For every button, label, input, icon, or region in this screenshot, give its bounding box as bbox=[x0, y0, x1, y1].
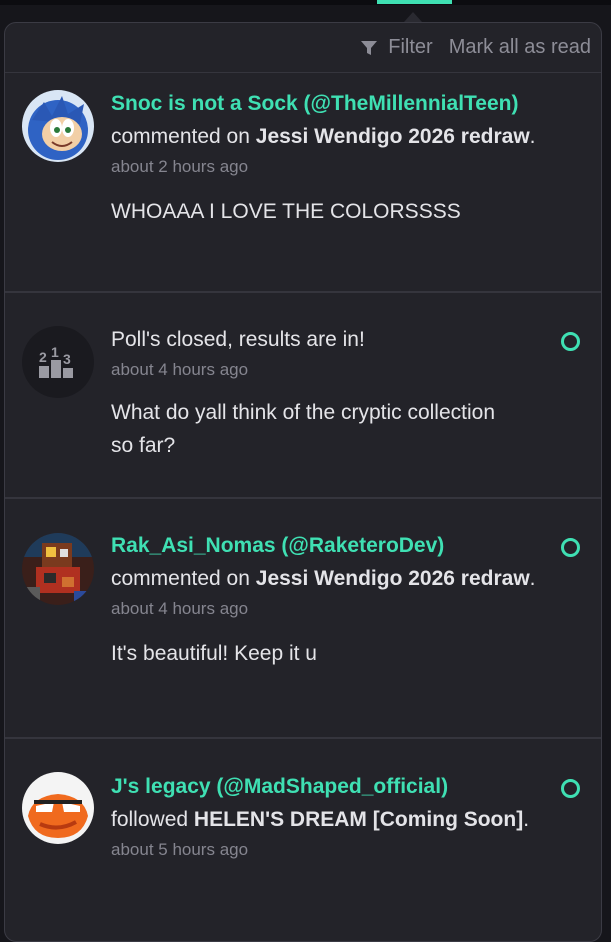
notification-time: about 5 hours ago bbox=[111, 840, 249, 859]
mark-all-read-label: Mark all as read bbox=[448, 36, 591, 58]
dropdown-caret bbox=[404, 12, 422, 22]
unread-dot[interactable] bbox=[561, 779, 580, 798]
notification-text: commented on Jessi Wendigo 2026 redraw. bbox=[111, 120, 541, 153]
notification-time: about 4 hours ago bbox=[111, 599, 249, 618]
svg-text:3: 3 bbox=[63, 351, 71, 367]
notifications-panel: Filter Mark all as read Snoc is not a So… bbox=[4, 22, 602, 942]
notification-punct: . bbox=[529, 567, 536, 590]
avatar[interactable] bbox=[22, 533, 94, 605]
notification-item[interactable]: Rak_Asi_Nomas (@RaketeroDev) commented o… bbox=[5, 499, 601, 739]
notification-text: commented on Jessi Wendigo 2026 redraw. bbox=[111, 562, 541, 595]
filter-label: Filter bbox=[388, 36, 433, 58]
pixel-character-avatar bbox=[22, 533, 94, 605]
avatar[interactable] bbox=[22, 90, 94, 162]
notification-target[interactable]: Jessi Wendigo 2026 redraw bbox=[256, 567, 530, 590]
notification-actor[interactable]: Snoc is not a Sock (@TheMillennialTeen) bbox=[111, 87, 541, 120]
notification-text: followed HELEN'S DREAM [Coming Soon]. bbox=[111, 803, 541, 836]
notification-item[interactable]: J's legacy (@MadShaped_official) followe… bbox=[5, 739, 601, 939]
notification-time: about 2 hours ago bbox=[111, 157, 249, 176]
notification-message: WHOAAA I LOVE THE COLORSSSS bbox=[111, 200, 461, 223]
unread-dot[interactable] bbox=[561, 538, 580, 557]
notification-item[interactable]: 2 1 3 Poll's closed, results are in! abo… bbox=[5, 293, 601, 499]
notification-punct: . bbox=[523, 808, 530, 831]
notification-message: It's beautiful! Keep it u bbox=[111, 642, 317, 665]
poll-icon-circle: 2 1 3 bbox=[22, 326, 94, 398]
svg-text:2: 2 bbox=[39, 349, 47, 365]
avatar[interactable] bbox=[22, 772, 94, 844]
notification-actor[interactable]: Rak_Asi_Nomas (@RaketeroDev) bbox=[111, 529, 541, 562]
notification-action: followed bbox=[111, 808, 189, 831]
notification-action: commented on bbox=[111, 567, 250, 590]
notification-actor[interactable]: J's legacy (@MadShaped_official) bbox=[111, 770, 541, 803]
notification-item[interactable]: Snoc is not a Sock (@TheMillennialTeen) … bbox=[5, 73, 601, 293]
notifications-toolbar: Filter Mark all as read bbox=[5, 23, 601, 73]
notification-punct: . bbox=[529, 125, 536, 148]
filter-button[interactable]: Filter bbox=[360, 36, 433, 59]
notification-time: about 4 hours ago bbox=[111, 360, 249, 379]
unread-dot[interactable] bbox=[561, 332, 580, 351]
notification-message: What do yall think of the cryptic collec… bbox=[111, 401, 496, 457]
notification-target[interactable]: HELEN'S DREAM [Coming Soon] bbox=[194, 808, 523, 831]
notification-target[interactable]: Jessi Wendigo 2026 redraw bbox=[256, 125, 530, 148]
orange-face-avatar bbox=[22, 772, 94, 844]
notification-action: commented on bbox=[111, 125, 250, 148]
sonic-avatar bbox=[22, 90, 94, 162]
funnel-icon bbox=[361, 40, 378, 55]
top-bar bbox=[0, 0, 611, 5]
svg-text:1: 1 bbox=[51, 344, 59, 360]
active-tab-indicator bbox=[377, 0, 452, 4]
notification-title: Poll's closed, results are in! bbox=[111, 328, 365, 351]
mark-all-read-button[interactable]: Mark all as read bbox=[449, 36, 591, 59]
poll-results-icon: 2 1 3 bbox=[39, 344, 73, 378]
